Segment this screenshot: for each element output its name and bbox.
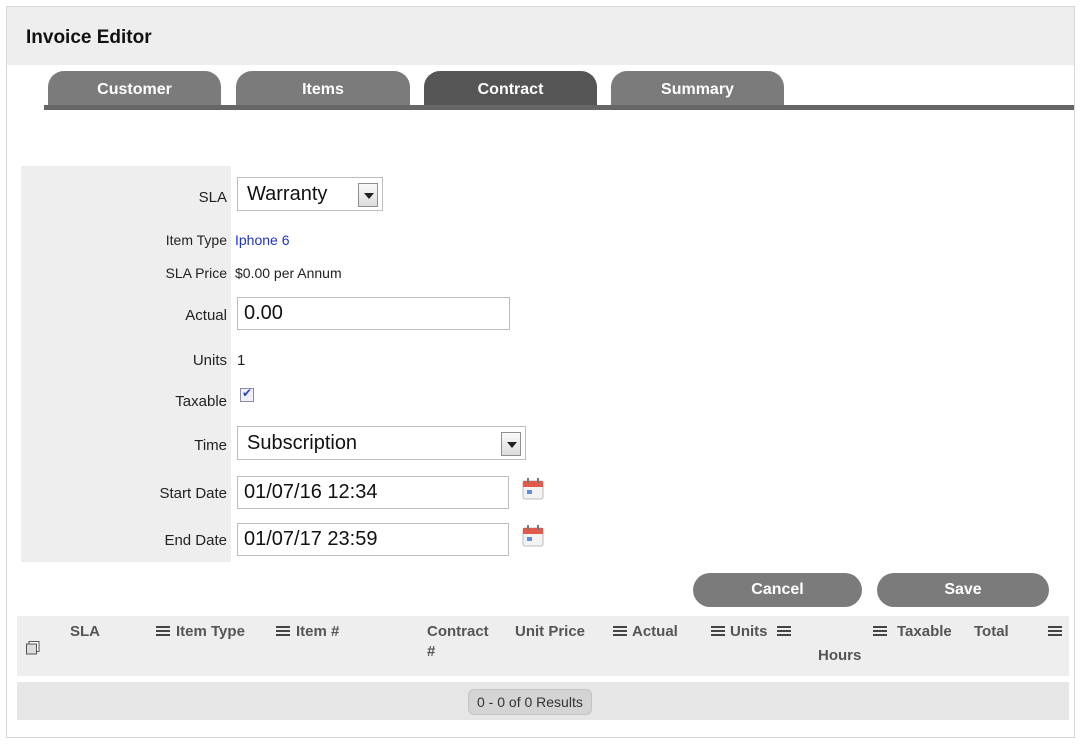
units-value: 1	[237, 352, 246, 369]
results-count: 0 - 0 of 0 Results	[468, 689, 592, 715]
column-header-item-number[interactable]: Item #	[296, 623, 339, 640]
column-menu-icon[interactable]	[276, 626, 290, 638]
calendar-icon[interactable]	[521, 477, 545, 501]
select-all-icon[interactable]	[26, 641, 40, 655]
actual-input[interactable]: 0.00	[237, 297, 510, 330]
tab-contract[interactable]: Contract	[424, 71, 597, 107]
column-header-item-type[interactable]: Item Type	[176, 623, 245, 640]
start-date-input[interactable]: 01/07/16 12:34	[237, 476, 509, 509]
sla-price-value: $0.00 per Annum	[235, 265, 342, 281]
dropdown-arrow-icon[interactable]	[501, 432, 521, 456]
units-label: Units	[192, 352, 227, 369]
page-title: Invoice Editor	[26, 27, 152, 48]
item-type-label: Item Type	[165, 232, 227, 248]
end-date-input[interactable]: 01/07/17 23:59	[237, 523, 509, 556]
sla-price-label: SLA Price	[165, 265, 227, 281]
column-header-actual[interactable]: Actual	[632, 623, 678, 640]
tab-items[interactable]: Items	[236, 71, 410, 107]
column-header-unit-price[interactable]: Unit Price	[515, 623, 585, 640]
tabs-divider	[44, 105, 1074, 110]
tab-customer[interactable]: Customer	[48, 71, 221, 107]
sla-label: SLA	[198, 189, 227, 206]
calendar-icon[interactable]	[521, 524, 545, 548]
end-date-label: End Date	[164, 532, 227, 549]
dropdown-arrow-icon[interactable]	[358, 183, 378, 207]
column-menu-icon[interactable]	[156, 626, 170, 638]
column-header-taxable[interactable]: Taxable	[897, 623, 952, 640]
actual-label: Actual	[185, 307, 227, 324]
item-type-link[interactable]: Iphone 6	[235, 232, 290, 248]
time-select-value: Subscription	[247, 432, 358, 454]
title-bar: Invoice Editor	[7, 7, 1074, 65]
column-menu-icon[interactable]	[873, 626, 887, 638]
taxable-label: Taxable	[175, 393, 227, 410]
column-header-units[interactable]: Units	[730, 623, 768, 640]
time-label: Time	[194, 437, 227, 454]
column-header-contract[interactable]: Contract	[427, 623, 489, 640]
sla-select[interactable]: Warranty	[237, 177, 383, 211]
save-button[interactable]: Save	[877, 573, 1049, 607]
column-header-contract-number: #	[427, 643, 436, 660]
invoice-editor-window: Invoice Editor Customer Items Contract S…	[6, 6, 1075, 738]
column-menu-icon[interactable]	[1048, 626, 1062, 638]
column-header-sla[interactable]: SLA	[70, 623, 100, 640]
column-header-hours[interactable]: Hours	[818, 647, 861, 664]
column-menu-icon[interactable]	[613, 626, 627, 638]
start-date-label: Start Date	[159, 485, 227, 502]
taxable-checkbox[interactable]	[240, 386, 254, 402]
column-menu-icon[interactable]	[777, 626, 791, 638]
tab-summary[interactable]: Summary	[611, 71, 784, 107]
results-bar: 0 - 0 of 0 Results	[17, 682, 1069, 720]
sla-select-value: Warranty	[247, 183, 328, 205]
time-select[interactable]: Subscription	[237, 426, 526, 460]
column-header-total[interactable]: Total	[974, 623, 1009, 640]
column-menu-icon[interactable]	[711, 626, 725, 638]
cancel-button[interactable]: Cancel	[693, 573, 862, 607]
